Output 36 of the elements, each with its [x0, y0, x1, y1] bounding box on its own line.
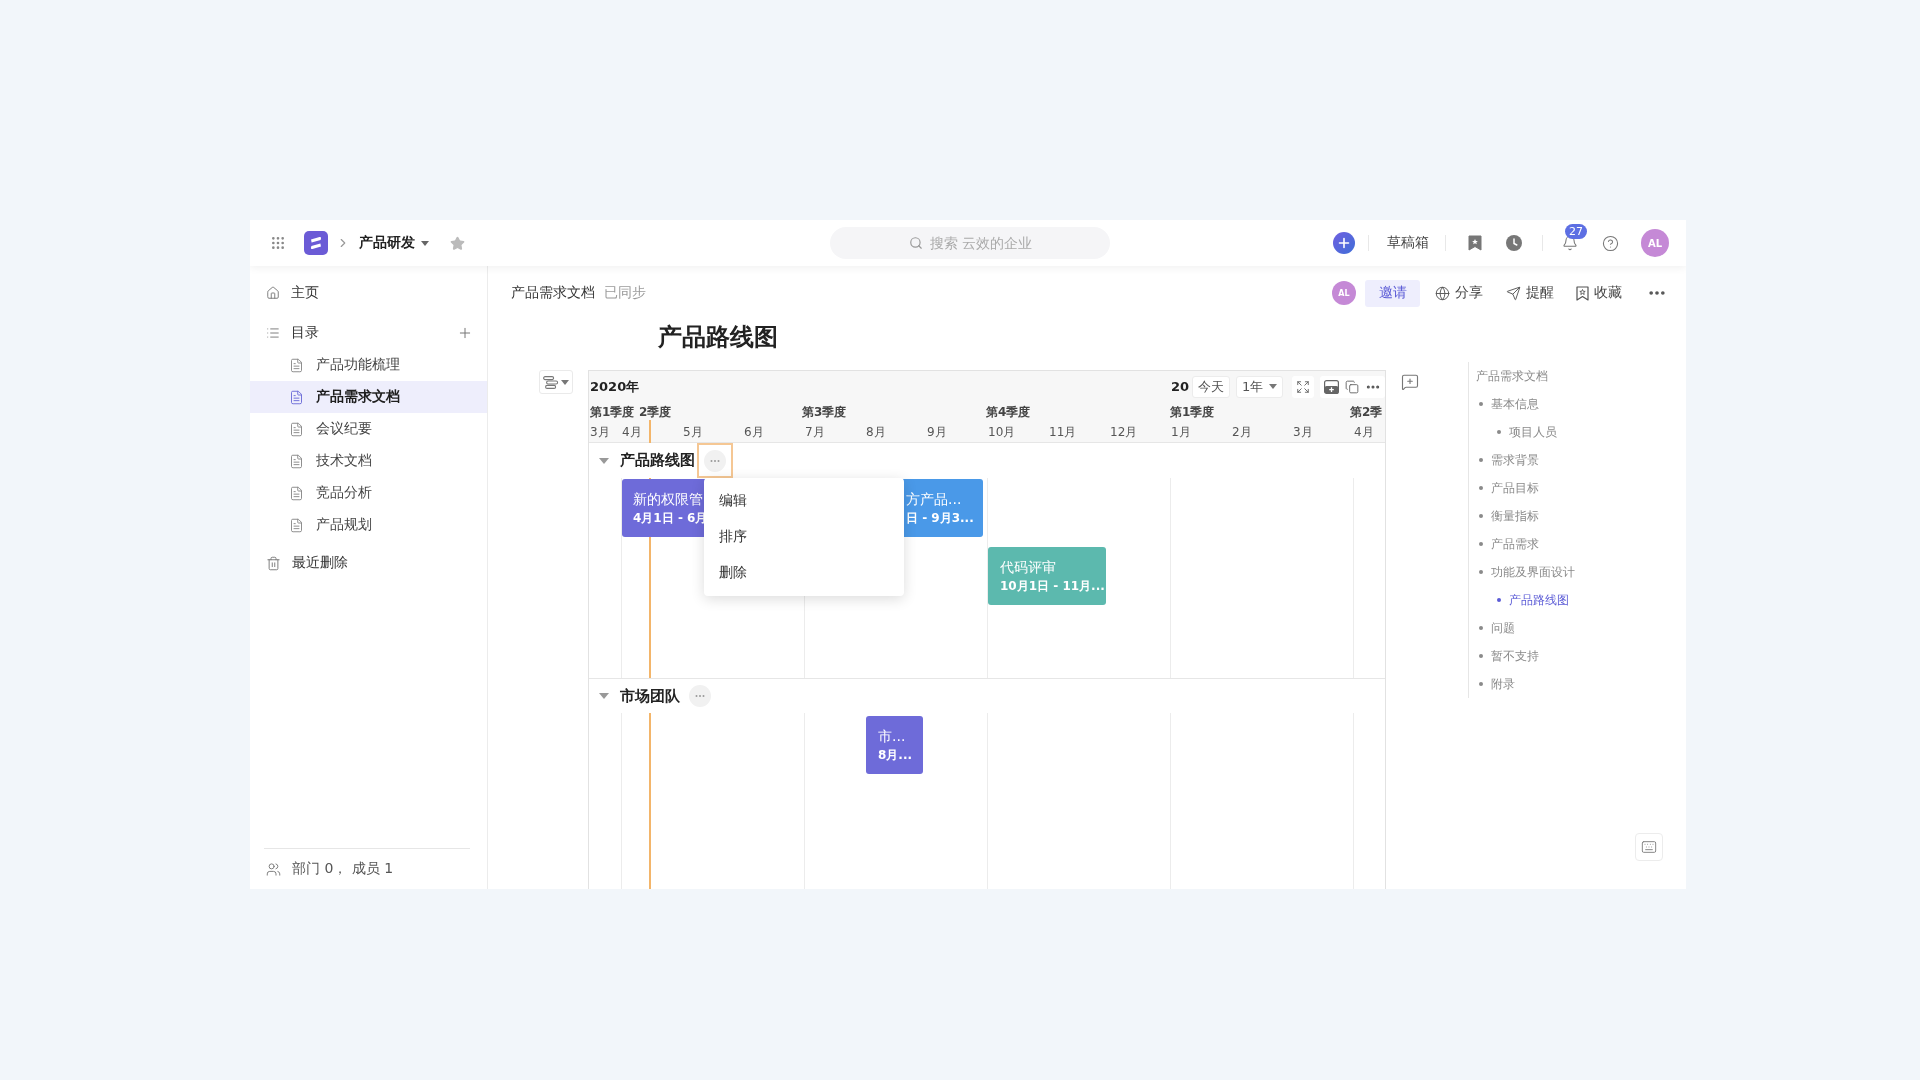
month-label: 12月: [1110, 423, 1138, 441]
month-label: 11月: [1049, 423, 1077, 441]
notification-badge: 27: [1565, 224, 1587, 239]
group-title: 产品路线图: [620, 451, 695, 470]
bar-dates: 8月...: [878, 747, 913, 763]
month-label: 2月: [1232, 423, 1252, 441]
quarter-label: 2季度: [639, 403, 672, 421]
quarter-label: 第3季度: [802, 403, 847, 421]
year-label: 2020年: [590, 377, 641, 396]
catalog-label: 目录: [291, 324, 319, 342]
month-label: 1月: [1171, 423, 1191, 441]
document-title: 产品路线图: [658, 322, 778, 353]
bar-dates: 10月1日 - 11月...: [1000, 578, 1105, 594]
member-count: 部门 0， 成员 1: [292, 860, 394, 878]
quarter-label: 第1季度: [1170, 403, 1215, 421]
quarter-label: 第1季度: [590, 403, 635, 421]
bar-title: 市...: [878, 727, 906, 745]
month-label: 10月: [988, 423, 1016, 441]
bar-dates: 日 - 9月3...: [906, 510, 974, 526]
month-label: 3月: [1293, 423, 1313, 441]
sync-status: 已同步: [604, 284, 646, 302]
bar-title: 代码评审: [1000, 558, 1056, 576]
month-label: 6月: [744, 423, 764, 441]
year-label: 20: [1171, 379, 1190, 394]
month-label: 3月: [590, 423, 610, 441]
month-label: 4月: [1354, 423, 1374, 441]
month-label: 9月: [927, 423, 947, 441]
quarter-label: 第4季度: [986, 403, 1031, 421]
month-label: 4月: [622, 423, 642, 441]
group-title: 市场团队: [620, 686, 680, 706]
month-label: 7月: [805, 423, 825, 441]
bar-title: 方产品...: [906, 490, 962, 508]
bar-title: 新的权限管: [633, 490, 703, 508]
month-label: 8月: [866, 423, 886, 441]
month-label: 5月: [683, 423, 703, 441]
quarter-label: 第2季: [1350, 403, 1383, 421]
